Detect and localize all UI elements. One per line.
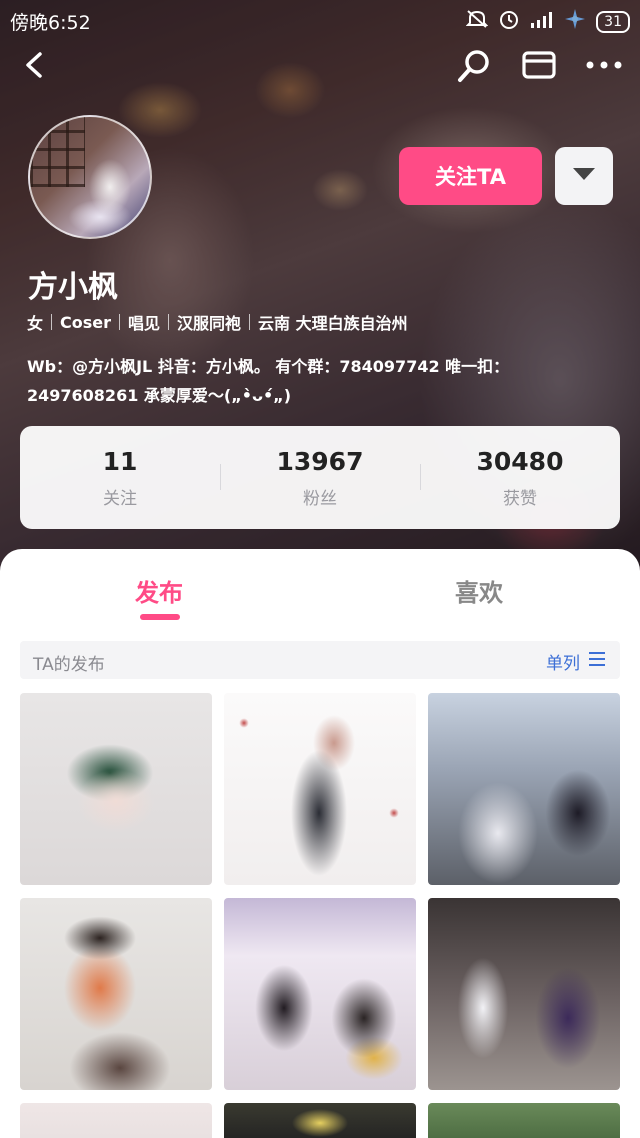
stat-value: 30480 <box>476 446 564 476</box>
post-thumbnail[interactable] <box>20 693 212 885</box>
tag-identity: Coser <box>60 312 112 332</box>
stats-card: 11 关注 13967 粉丝 30480 获赞 <box>20 426 620 529</box>
stat-label: 获赞 <box>503 488 537 509</box>
tab-like[interactable]: 喜欢 <box>455 573 503 608</box>
triangle-down-icon <box>572 166 596 186</box>
status-time: 傍晚6:52 <box>10 12 91 34</box>
stat-value: 11 <box>102 446 138 476</box>
post-thumbnail[interactable] <box>428 1103 620 1138</box>
tag-hanfu: 汉服同袍 <box>177 314 242 333</box>
tag-divider <box>119 314 121 330</box>
profile-name: 方小枫 <box>28 270 118 305</box>
avatar[interactable] <box>28 115 152 239</box>
bio-line: 2497608261 承蒙厚爱～(„•̀ᴗ•́„) <box>27 386 292 405</box>
view-toggle-button[interactable]: 单列 <box>546 649 606 674</box>
tag-divider <box>249 314 251 330</box>
alarm-icon <box>498 8 520 35</box>
post-thumbnail[interactable] <box>224 1103 416 1138</box>
post-thumbnail[interactable] <box>428 898 620 1090</box>
recommend-dropdown-button[interactable] <box>555 147 613 205</box>
post-thumbnail[interactable] <box>224 898 416 1090</box>
stat-label: 关注 <box>103 488 137 509</box>
list-icon <box>588 651 606 672</box>
top-nav <box>0 40 640 90</box>
post-thumbnail[interactable] <box>20 898 212 1090</box>
battery-icon: 31 <box>596 10 630 33</box>
mail-icon[interactable] <box>522 50 556 80</box>
post-thumbnail[interactable] <box>20 1103 212 1138</box>
stat-following[interactable]: 11 关注 <box>20 426 220 529</box>
mute-icon <box>465 9 489 34</box>
active-tab-indicator <box>140 614 180 620</box>
tag-divider <box>168 314 170 330</box>
tag-location: 云南 大理白族自治州 <box>258 314 408 333</box>
tab-publish[interactable]: 发布 <box>135 573 183 608</box>
back-icon[interactable] <box>20 50 50 80</box>
tag-divider <box>51 314 53 330</box>
signal-icon <box>530 10 554 33</box>
stat-value: 13967 <box>276 446 364 476</box>
more-icon[interactable] <box>584 50 624 80</box>
tag-singer: 唱见 <box>128 314 161 333</box>
status-bar: 傍晚6:52 31 <box>0 0 640 40</box>
bio-line: Wb：@方小枫JL 抖音：方小枫。 有个群：784097742 唯一扣： <box>27 357 510 376</box>
post-thumbnail[interactable] <box>224 693 416 885</box>
follow-button[interactable]: 关注TA <box>399 147 542 205</box>
section-title: TA的发布 <box>33 655 105 675</box>
tab-bar: 发布 喜欢 <box>0 549 640 629</box>
stat-fans[interactable]: 13967 粉丝 <box>220 426 420 529</box>
wifi-icon <box>564 8 586 35</box>
stat-likes[interactable]: 30480 获赞 <box>420 426 620 529</box>
post-thumbnail[interactable] <box>428 693 620 885</box>
view-toggle-label: 单列 <box>546 654 580 674</box>
search-icon[interactable] <box>456 48 492 84</box>
section-header: TA的发布 单列 <box>20 641 620 679</box>
profile-tags: 女 Coser 唱见 汉服同袍 云南 大理白族自治州 <box>27 310 408 334</box>
stat-label: 粉丝 <box>303 488 337 509</box>
content-panel: 发布 喜欢 TA的发布 单列 <box>0 549 640 1138</box>
tag-gender: 女 <box>27 314 44 333</box>
profile-bio: Wb：@方小枫JL 抖音：方小枫。 有个群：784097742 唯一扣： 249… <box>27 352 597 410</box>
